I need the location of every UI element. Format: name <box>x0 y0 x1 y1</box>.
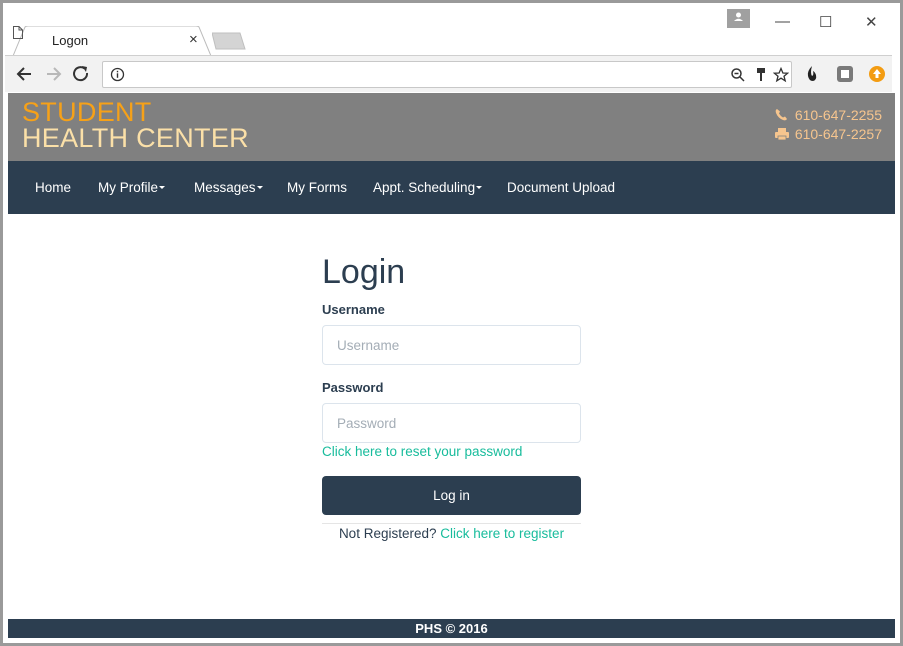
fax-number: 610-647-2257 <box>794 126 882 142</box>
brand-line-2: HEALTH CENTER <box>22 123 249 153</box>
register-prompt: Not Registered? Click here to register <box>322 526 581 541</box>
phone-contact: 610-647-2255 <box>774 107 882 123</box>
form-divider <box>322 523 581 524</box>
nav-my-profile[interactable]: My Profile <box>98 180 166 195</box>
extension-flame-icon[interactable] <box>803 65 821 83</box>
reload-icon[interactable] <box>70 63 92 85</box>
profile-icon[interactable] <box>727 9 750 28</box>
nav-document-upload[interactable]: Document Upload <box>507 180 615 195</box>
tab-bar: Logon × — ☐ ✕ <box>5 5 892 56</box>
maximize-button[interactable]: ☐ <box>819 13 832 31</box>
back-icon[interactable] <box>14 63 36 85</box>
page-icon <box>13 26 23 39</box>
zoom-icon[interactable] <box>730 67 746 83</box>
nav-messages[interactable]: Messages <box>194 180 263 195</box>
nav-appt-scheduling[interactable]: Appt. Scheduling <box>373 180 483 195</box>
caret-down-icon <box>159 186 166 189</box>
password-label: Password <box>322 380 384 395</box>
nav-home[interactable]: Home <box>35 180 71 195</box>
tab-shape <box>13 26 212 56</box>
new-tab-button[interactable] <box>212 32 248 50</box>
key-icon[interactable] <box>753 67 769 83</box>
phone-number: 610-647-2255 <box>794 107 882 123</box>
close-window-button[interactable]: ✕ <box>865 13 878 31</box>
browser-tab[interactable]: Logon × <box>13 26 212 56</box>
site-footer: PHS © 2016 <box>8 619 895 638</box>
star-icon[interactable] <box>773 67 789 83</box>
tab-close-icon[interactable]: × <box>189 31 198 48</box>
minimize-button[interactable]: — <box>775 13 790 30</box>
extension-square-icon[interactable] <box>836 65 854 83</box>
address-bar[interactable] <box>102 61 792 88</box>
main-navigation: Home My Profile Messages My Forms Appt. … <box>8 161 895 214</box>
login-button[interactable]: Log in <box>322 476 581 515</box>
phone-icon <box>775 109 787 121</box>
register-prefix: Not Registered? <box>338 526 437 541</box>
tab-title: Logon <box>52 33 89 48</box>
info-icon[interactable] <box>110 67 125 82</box>
forward-icon[interactable] <box>42 63 64 85</box>
username-label: Username <box>322 302 385 317</box>
printer-icon <box>774 128 789 141</box>
extension-upload-icon[interactable] <box>868 65 886 83</box>
nav-my-forms[interactable]: My Forms <box>287 180 347 195</box>
login-title: Login <box>322 253 406 291</box>
register-link[interactable]: Click here to register <box>440 526 564 541</box>
password-input[interactable] <box>322 403 581 443</box>
fax-contact: 610-647-2257 <box>774 126 882 142</box>
browser-toolbar <box>5 55 892 92</box>
caret-down-icon <box>256 186 263 189</box>
footer-text: PHS © 2016 <box>415 621 488 636</box>
reset-password-link[interactable]: Click here to reset your password <box>322 444 522 459</box>
caret-down-icon <box>476 186 483 189</box>
site-header: STUDENT HEALTH CENTER 610-647-2255 610-6… <box>8 93 895 161</box>
username-input[interactable] <box>322 325 581 365</box>
